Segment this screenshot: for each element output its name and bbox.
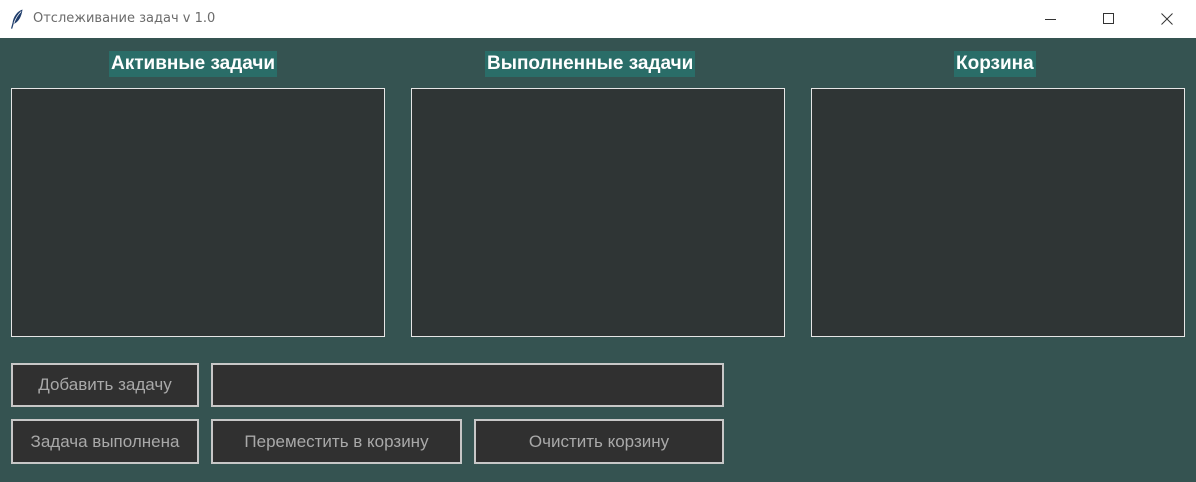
active-tasks-list[interactable] (11, 88, 385, 337)
completed-tasks-title: Выполненные задачи (485, 51, 696, 77)
move-to-trash-button[interactable]: Переместить в корзину (211, 419, 462, 464)
add-task-button[interactable]: Добавить задачу (11, 363, 199, 407)
task-input[interactable] (211, 363, 724, 407)
minimize-icon (1045, 13, 1057, 25)
complete-task-button[interactable]: Задача выполнена (11, 419, 199, 464)
trash-list[interactable] (811, 88, 1185, 337)
app-window: Отслеживание задач v 1.0 Активные задачи… (0, 0, 1196, 482)
feather-icon (10, 9, 24, 29)
completed-tasks-list[interactable] (411, 88, 785, 337)
maximize-button[interactable] (1080, 0, 1138, 38)
trash-title: Корзина (954, 51, 1036, 77)
close-button[interactable] (1138, 0, 1196, 38)
title-bar[interactable]: Отслеживание задач v 1.0 (0, 0, 1196, 38)
clear-trash-button[interactable]: Очистить корзину (474, 419, 724, 464)
active-tasks-title: Активные задачи (109, 51, 278, 77)
minimize-button[interactable] (1022, 0, 1080, 38)
maximize-icon (1103, 13, 1115, 25)
close-icon (1161, 13, 1173, 25)
window-title: Отслеживание задач v 1.0 (33, 11, 216, 26)
